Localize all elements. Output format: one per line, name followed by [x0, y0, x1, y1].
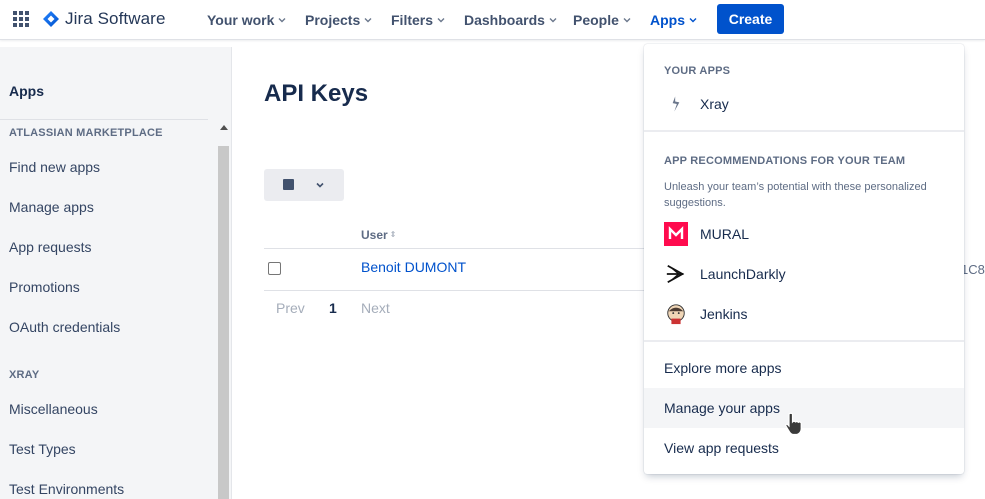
select-all-square-icon	[283, 179, 294, 190]
scrollbar-thumb[interactable]	[218, 146, 229, 499]
nav-people-label: People	[573, 12, 619, 28]
row-checkbox[interactable]	[268, 262, 281, 275]
apps-dropdown-menu: YOUR APPS Xray APP RECOMMENDATIONS FOR Y…	[644, 44, 964, 474]
sidebar-item-manage-apps[interactable]: Manage apps	[9, 199, 94, 215]
app-item-xray[interactable]: Xray	[664, 92, 729, 116]
your-apps-heading: YOUR APPS	[664, 65, 731, 77]
nav-dashboards-label: Dashboards	[464, 12, 545, 28]
scroll-up-arrow-icon[interactable]	[220, 125, 228, 130]
chevron-down-icon	[549, 18, 557, 23]
chevron-down-icon	[364, 18, 372, 23]
app-label: LaunchDarkly	[700, 266, 786, 282]
column-header-user-label: User	[361, 228, 388, 242]
launchdarkly-icon	[664, 262, 688, 286]
top-navigation: Jira Software Your work Projects Filters…	[0, 0, 985, 40]
table-header-divider	[264, 248, 644, 249]
app-item-jenkins[interactable]: Jenkins	[664, 302, 747, 326]
pagination-next[interactable]: Next	[361, 300, 390, 316]
sidebar-title: Apps	[9, 83, 44, 99]
app-switcher-icon[interactable]	[13, 11, 29, 27]
explore-more-apps-link[interactable]: Explore more apps	[644, 348, 964, 388]
hand-pointer-cursor-icon	[785, 412, 802, 436]
section-heading-marketplace: ATLASSIAN MARKETPLACE	[9, 127, 163, 139]
nav-apps[interactable]: Apps	[650, 10, 698, 30]
nav-people[interactable]: People	[573, 10, 632, 30]
manage-your-apps-link[interactable]: Manage your apps	[644, 388, 964, 428]
menu-divider	[644, 340, 964, 342]
sidebar-item-promotions[interactable]: Promotions	[9, 279, 80, 295]
view-app-requests-link[interactable]: View app requests	[644, 428, 964, 468]
sidebar-item-oauth-credentials[interactable]: OAuth credentials	[9, 319, 120, 335]
menu-divider	[644, 130, 964, 132]
jira-diamond-icon	[43, 11, 59, 27]
sidebar-item-test-types[interactable]: Test Types	[9, 441, 76, 457]
app-item-launchdarkly[interactable]: LaunchDarkly	[664, 262, 786, 286]
bulk-actions-dropdown[interactable]	[264, 169, 344, 201]
user-link[interactable]: Benoit DUMONT	[361, 259, 466, 275]
pagination-prev[interactable]: Prev	[276, 300, 305, 316]
nav-your-work[interactable]: Your work	[207, 10, 287, 30]
row-overflow-text: 1C8	[961, 262, 985, 277]
sidebar-item-miscellaneous[interactable]: Miscellaneous	[9, 401, 98, 417]
product-name: Jira Software	[65, 9, 166, 28]
xray-icon	[664, 92, 688, 116]
app-item-mural[interactable]: MURAL	[664, 222, 749, 246]
nav-your-work-label: Your work	[207, 12, 275, 28]
chevron-down-icon	[689, 18, 697, 23]
create-button[interactable]: Create	[717, 4, 784, 34]
nav-filters[interactable]: Filters	[391, 10, 446, 30]
sidebar: Apps ATLASSIAN MARKETPLACE Find new apps…	[0, 47, 232, 499]
table-row-divider	[264, 290, 644, 291]
sidebar-divider	[0, 119, 208, 120]
chevron-down-icon	[623, 18, 631, 23]
nav-filters-label: Filters	[391, 12, 434, 28]
nav-apps-label: Apps	[650, 12, 685, 28]
recommendations-heading: APP RECOMMENDATIONS FOR YOUR TEAM	[664, 155, 906, 167]
column-header-user[interactable]: User ⇕	[361, 228, 396, 242]
nav-projects-label: Projects	[305, 12, 361, 28]
recommendations-description: Unleash your team’s potential with these…	[664, 181, 927, 209]
nav-dashboards[interactable]: Dashboards	[464, 10, 558, 30]
chevron-down-icon	[437, 18, 445, 23]
page-title: API Keys	[264, 80, 369, 107]
chevron-down-icon	[316, 182, 324, 188]
jenkins-icon	[664, 302, 688, 326]
sort-icon: ⇕	[389, 230, 397, 239]
section-heading-xray: XRAY	[9, 369, 40, 381]
app-label: MURAL	[700, 226, 750, 242]
sidebar-item-app-requests[interactable]: App requests	[9, 239, 92, 255]
jira-logo[interactable]: Jira Software	[42, 8, 166, 30]
sidebar-item-find-new-apps[interactable]: Find new apps	[9, 159, 100, 175]
pagination-current-page[interactable]: 1	[329, 300, 337, 316]
sidebar-item-test-environments[interactable]: Test Environments	[9, 481, 124, 497]
chevron-down-icon	[278, 18, 286, 23]
app-label: Xray	[700, 96, 729, 112]
app-label: Jenkins	[700, 306, 748, 322]
mural-icon	[664, 222, 688, 246]
nav-projects[interactable]: Projects	[305, 10, 373, 30]
